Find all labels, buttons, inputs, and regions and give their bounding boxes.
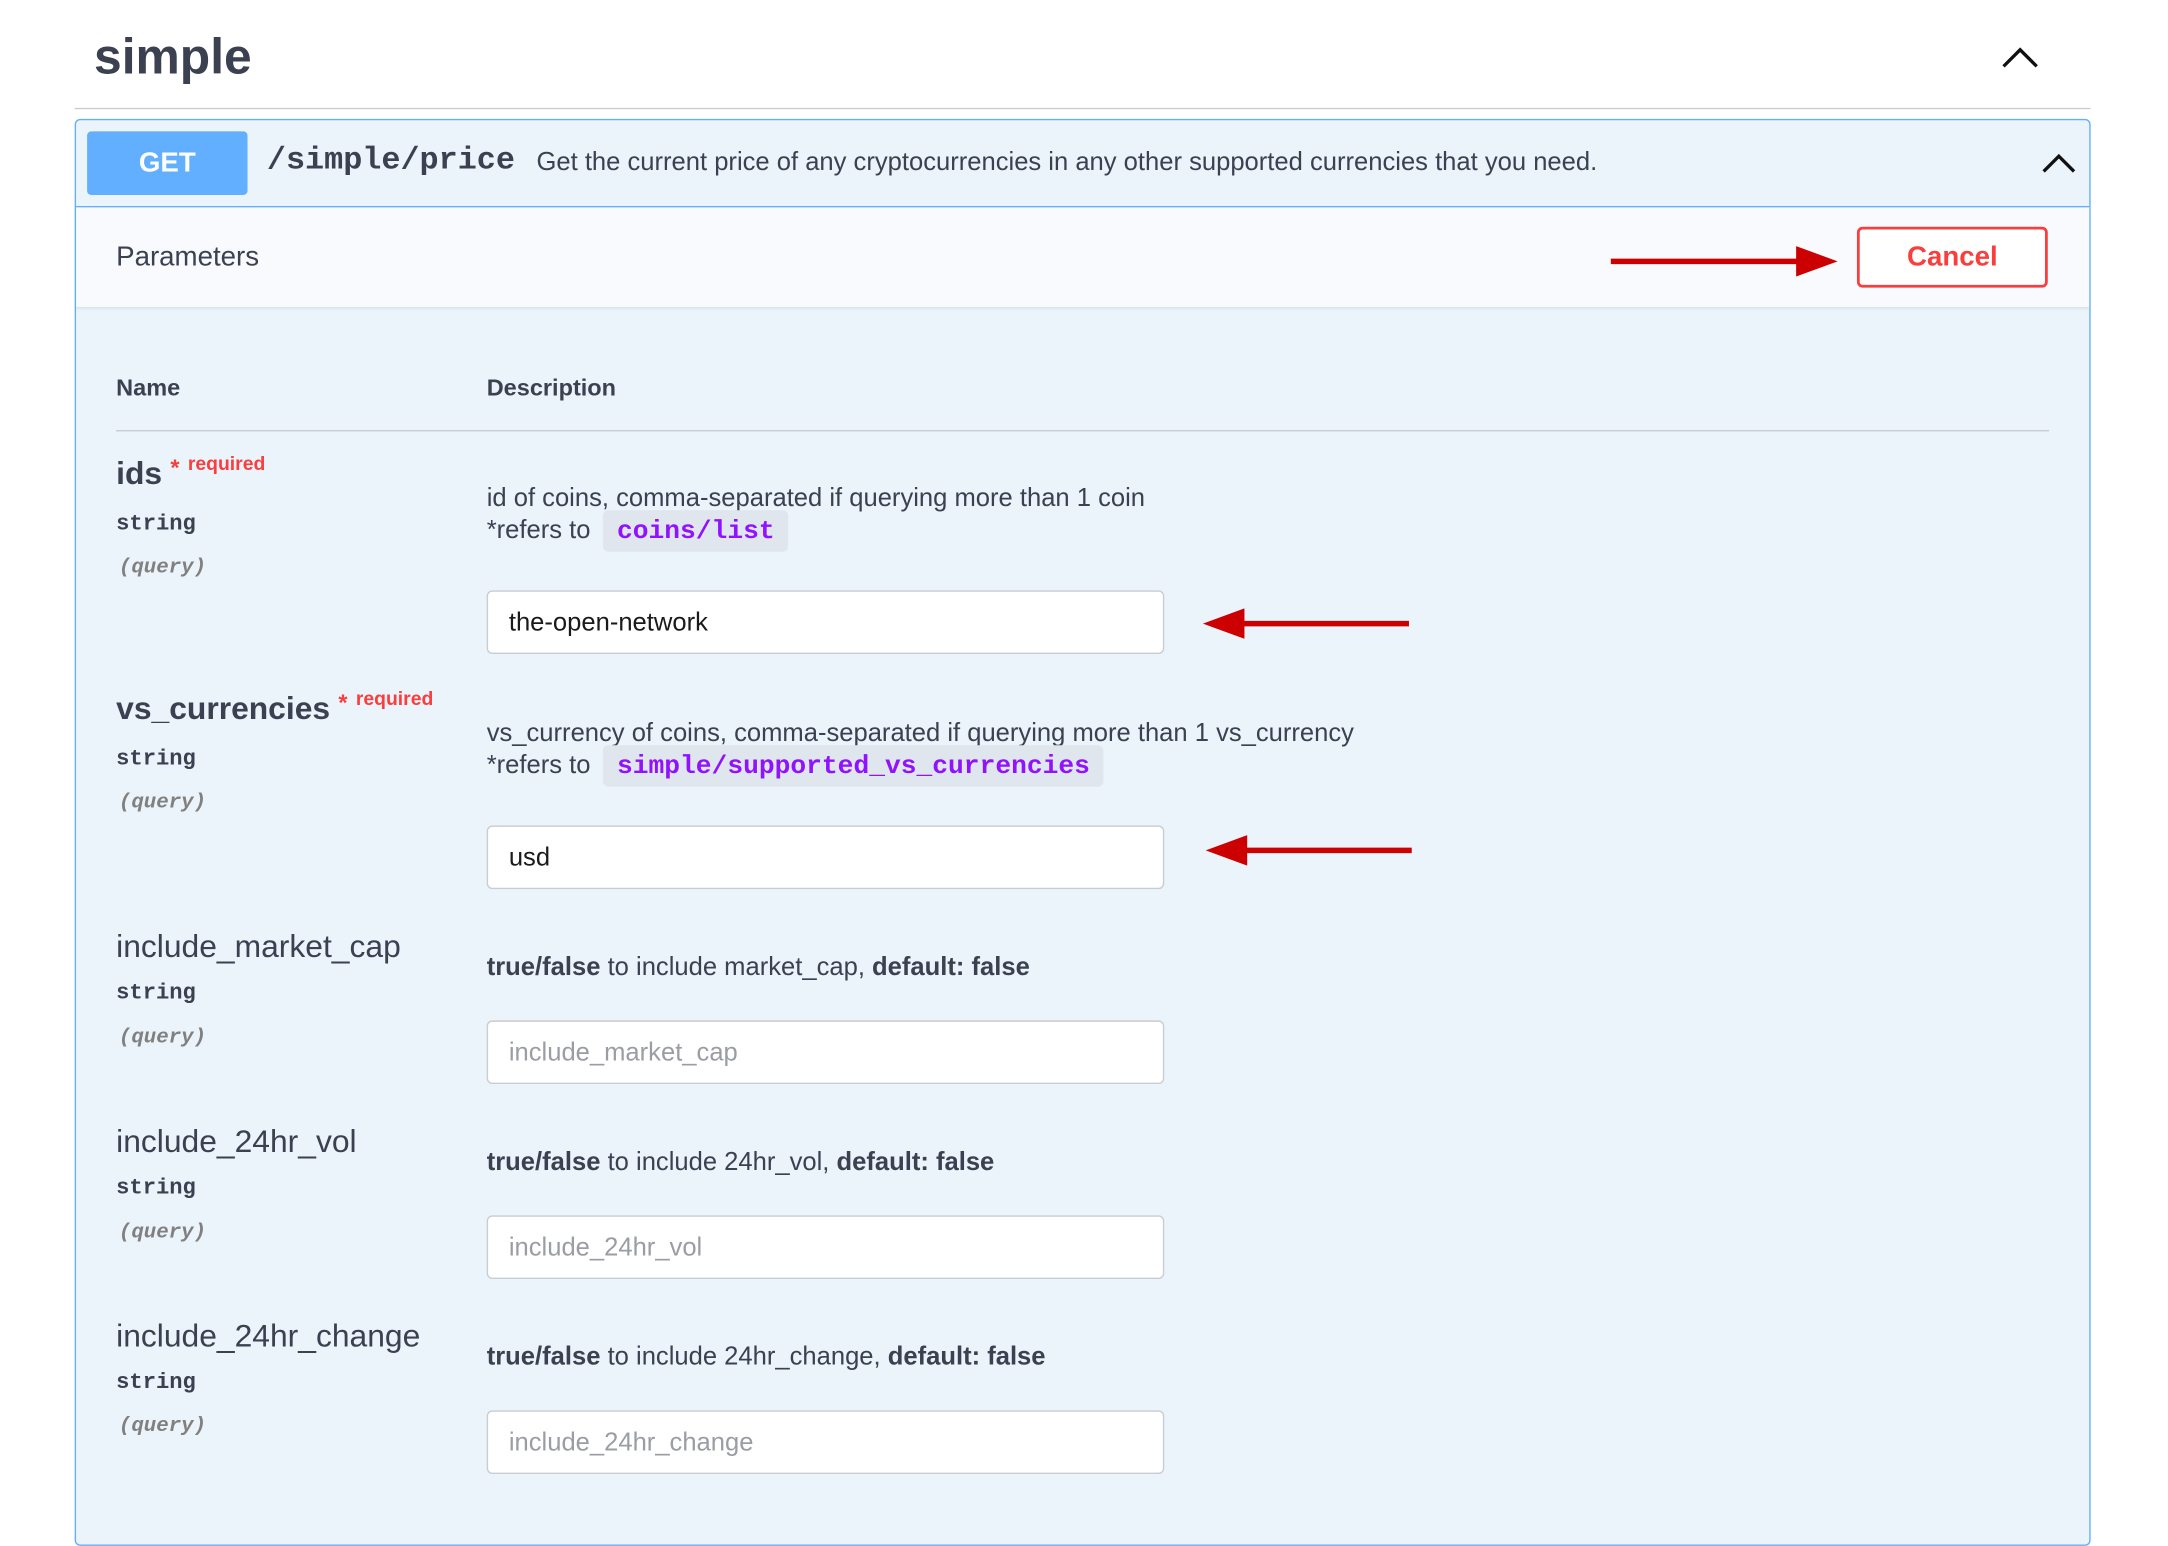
chevron-up-icon[interactable] xyxy=(1999,41,2040,71)
annotation-arrow-icon xyxy=(1202,608,1409,639)
param-description: true/false to include 24hr_vol, default:… xyxy=(487,1146,995,1176)
param-name-text: ids xyxy=(116,454,163,491)
include-24hr-change-input[interactable] xyxy=(486,1410,1165,1474)
param-type: string xyxy=(116,511,196,537)
desc-bold: true/false xyxy=(486,1341,601,1371)
operation-summary-text: Get the current price of any cryptocurre… xyxy=(536,146,1598,176)
desc-bold: default: false xyxy=(887,1341,1046,1371)
operation-path: /simple/price xyxy=(266,142,515,179)
param-type: string xyxy=(116,746,196,772)
table-divider xyxy=(116,430,2050,432)
param-location: (query) xyxy=(118,1220,207,1245)
desc-bold: default: false xyxy=(836,1146,995,1176)
tag-header[interactable]: simple xyxy=(74,0,2091,110)
refers-link[interactable]: coins/list xyxy=(603,510,789,552)
required-star: * xyxy=(170,454,180,482)
required-label: required xyxy=(355,687,434,710)
desc-bold: default: false xyxy=(872,951,1030,981)
refers-prefix: *refers to xyxy=(486,749,591,779)
annotation-arrow-icon xyxy=(1205,835,1412,866)
required-label: required xyxy=(187,452,266,475)
desc-text: to include market_cap, xyxy=(600,951,873,981)
parameters-title: Parameters xyxy=(116,241,260,273)
param-name-text: vs_currencies xyxy=(116,689,331,726)
param-name-include-24hr-vol: include_24hr_vol xyxy=(116,1122,357,1159)
param-name-include-24hr-change: include_24hr_change xyxy=(116,1317,421,1354)
param-refers: *refers to simple/supported_vs_currencie… xyxy=(486,745,1104,787)
chevron-up-icon[interactable] xyxy=(2039,148,2078,178)
param-description: vs_currency of coins, comma-separated if… xyxy=(486,717,1354,747)
required-star: * xyxy=(338,689,348,717)
include-market-cap-input[interactable] xyxy=(486,1020,1165,1085)
operation-block: GET /simple/price Get the current price … xyxy=(74,118,2091,1546)
page: simple GET /simple/price Get the current… xyxy=(0,0,2168,1546)
vs-currencies-input[interactable] xyxy=(486,825,1165,890)
operation-summary[interactable]: GET /simple/price Get the current price … xyxy=(76,120,2090,208)
param-refers: *refers to coins/list xyxy=(486,510,789,552)
description-column-header: Description xyxy=(486,374,617,401)
param-location: (query) xyxy=(118,790,207,815)
param-name-ids: ids * required xyxy=(116,452,266,492)
method-badge: GET xyxy=(87,131,248,195)
tag-title: simple xyxy=(94,27,252,85)
refers-link[interactable]: simple/supported_vs_currencies xyxy=(603,745,1104,787)
param-description: true/false to include 24hr_change, defau… xyxy=(487,1341,1046,1371)
include-24hr-vol-input[interactable] xyxy=(486,1215,1165,1279)
desc-bold: true/false xyxy=(486,951,601,981)
param-description: id of coins, comma-separated if querying… xyxy=(486,482,1146,512)
param-name-vs-currencies: vs_currencies * required xyxy=(116,687,434,727)
param-type: string xyxy=(116,1370,196,1396)
param-type: string xyxy=(116,1175,196,1201)
name-column-header: Name xyxy=(116,374,181,401)
desc-text: to include 24hr_change, xyxy=(600,1341,888,1371)
annotation-arrow-icon xyxy=(1610,246,1838,277)
refers-prefix: *refers to xyxy=(486,514,591,544)
param-location: (query) xyxy=(118,555,207,580)
param-description: true/false to include market_cap, defaul… xyxy=(487,951,1030,981)
param-name-include-market-cap: include_market_cap xyxy=(116,927,401,964)
desc-bold: true/false xyxy=(486,1146,601,1176)
param-location: (query) xyxy=(118,1025,207,1050)
ids-input[interactable] xyxy=(486,590,1165,655)
cancel-button[interactable]: Cancel xyxy=(1856,226,2048,288)
param-type: string xyxy=(116,980,196,1006)
desc-text: to include 24hr_vol, xyxy=(600,1146,837,1176)
param-location: (query) xyxy=(118,1414,207,1439)
